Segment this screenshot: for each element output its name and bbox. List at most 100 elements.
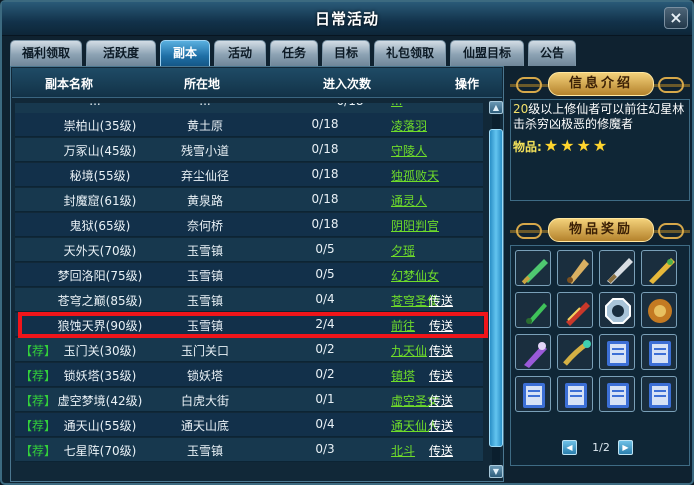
header-location: 所在地 [183,77,220,91]
reward-slot[interactable] [515,334,551,370]
rewards-title: 物品奖励 [548,218,654,242]
dungeon-name: 崇柏山(35级) [63,119,137,133]
scroll-up-button[interactable]: ▲ [489,101,503,114]
reward-slot[interactable] [599,376,635,412]
reward-slot[interactable] [557,292,593,328]
table-row[interactable]: 【荐】 玉门关(30级) 玉门关口 0/2 九天仙 传送 [15,338,483,362]
tab-3[interactable]: 副本 [160,40,210,66]
rewards-section-title: 物品奖励 [510,218,690,244]
reward-slot[interactable] [599,292,635,328]
table-row[interactable]: 【荐】 七星阵(70级) 玉雪镇 0/3 北斗 传送 [15,438,483,462]
reward-slot[interactable] [515,376,551,412]
reward-slot[interactable] [557,376,593,412]
table-row[interactable]: 狼蚀天界(90级) 玉雪镇 2/4 前往 传送 [15,313,483,337]
tab-5[interactable]: 任务 [270,40,318,66]
reward-slot[interactable] [599,334,635,370]
npc-link[interactable]: 镇塔 [391,367,415,384]
dungeon-name: 苍穹之巅(85级) [57,294,143,308]
reward-slot[interactable] [599,250,635,286]
npc-link[interactable]: 独孤败天 [391,167,439,184]
entry-count: 0/18 [311,142,339,156]
table-row[interactable]: 【荐】 通天山(55级) 通天山底 0/4 通天仙人 传送 [15,413,483,437]
teleport-link[interactable]: 传送 [429,317,453,334]
star-icon: ★ [543,136,559,155]
teleport-link[interactable]: 传送 [429,342,453,359]
teleport-link[interactable]: 传送 [429,392,453,409]
reward-slot[interactable] [557,334,593,370]
reward-slot[interactable] [515,292,551,328]
table-row[interactable]: 【荐】 虚空梦境(42级) 白虎大街 0/1 虚空圣女 传送 [15,388,483,412]
tab-8[interactable]: 仙盟目标 [450,40,524,66]
npc-link[interactable]: ... [391,103,402,108]
npc-link[interactable]: 九天仙 [391,342,427,359]
table-row[interactable]: 鬼狱(65级) 奈何桥 0/18 阴阳判官 [15,213,483,237]
reward-pager: ◀ 1/2 ▶ [562,440,642,456]
dungeon-name: 玉门关(30级) [63,344,137,358]
bronze-ring-icon [648,299,672,323]
dungeon-name: 通天山(55级) [63,419,137,433]
npc-link[interactable]: 凌落羽 [391,117,427,134]
tab-4[interactable]: 活动 [214,40,266,66]
reward-slot[interactable] [641,292,677,328]
reward-slot[interactable] [641,334,677,370]
dungeon-name: 梦回洛阳(75级) [57,269,143,283]
dungeon-location: 玉雪镇 [186,269,223,283]
prev-page-button[interactable]: ◀ [562,440,577,455]
purple-weapon-icon [524,342,547,368]
tab-6[interactable]: 目标 [322,40,370,66]
teleport-link[interactable]: 传送 [429,417,453,434]
blue-book-icon [649,383,671,408]
table-row[interactable]: 【荐】 锁妖塔(35级) 锁妖塔 0/2 镇塔 传送 [15,363,483,387]
info-level: 20 [513,102,529,116]
entry-count: 0/1 [315,392,335,406]
blue-book-icon [565,383,587,408]
dungeon-location: 玉雪镇 [186,444,223,458]
npc-link[interactable]: 阴阳判官 [391,217,439,234]
tab-2[interactable]: 活跃度 [86,40,156,66]
npc-link[interactable]: 北斗 [391,442,415,459]
tab-9[interactable]: 公告 [528,40,576,66]
reward-slot[interactable] [557,250,593,286]
blue-book-icon [607,341,629,366]
teleport-link[interactable]: 传送 [429,442,453,459]
list-scrollbar[interactable]: ▲ ▼ [489,101,503,479]
jade-sword-icon [521,259,548,285]
tab-1[interactable]: 福利领取 [10,40,82,66]
table-row[interactable]: 万冢山(45级) 残雪小道 0/18 守陵人 [15,138,483,162]
dungeon-location: 残雪小道 [180,144,229,158]
title-bar: 日常活动 × [2,2,692,36]
scroll-down-button[interactable]: ▼ [489,465,503,478]
entry-count: 0/4 [315,417,335,431]
table-row[interactable]: 梦回洛阳(75级) 玉雪镇 0/5 幻梦仙女 [15,263,483,287]
teleport-link[interactable]: 传送 [429,292,453,309]
entry-count: 0/5 [315,267,335,281]
table-row[interactable]: 秘境(55级) 弃尘仙径 0/18 独孤败天 [15,163,483,187]
table-row[interactable]: 封魔窟(61级) 黄泉路 0/18 通灵人 [15,188,483,212]
dungeon-location: 黄泉路 [186,194,223,208]
npc-link[interactable]: 守陵人 [391,142,427,159]
blue-book-icon [607,383,629,408]
npc-link[interactable]: 前往 [391,317,415,334]
tab-7[interactable]: 礼包领取 [374,40,446,66]
ornament-right-icon [658,223,684,239]
reward-slot[interactable] [641,250,677,286]
scroll-thumb[interactable] [489,129,503,447]
reward-slot[interactable] [641,376,677,412]
teleport-link[interactable]: 传送 [429,367,453,384]
dungeon-location: 弃尘仙径 [180,169,229,183]
table-row[interactable]: 苍穹之巅(85级) 玉雪镇 0/4 苍穹圣使 传送 [15,288,483,312]
npc-link[interactable]: 通灵人 [391,192,427,209]
dungeon-location: 锁妖塔 [186,369,223,383]
stars-label: 物品: [513,140,542,154]
entry-count: 0/4 [315,292,335,306]
table-row[interactable]: 崇柏山(35级) 黄土原 0/18 凌落羽 [15,113,483,137]
npc-link[interactable]: 夕瑶 [391,242,415,259]
close-button[interactable]: × [664,7,688,29]
npc-link[interactable]: 幻梦仙女 [391,267,439,284]
golden-sword-icon [649,258,675,284]
blue-book-icon [523,383,545,408]
next-page-button[interactable]: ▶ [618,440,633,455]
item-stars: 物品: ★ ★ ★ ★ [513,136,607,155]
table-row[interactable]: 天外天(70级) 玉雪镇 0/5 夕瑶 [15,238,483,262]
reward-slot[interactable] [515,250,551,286]
